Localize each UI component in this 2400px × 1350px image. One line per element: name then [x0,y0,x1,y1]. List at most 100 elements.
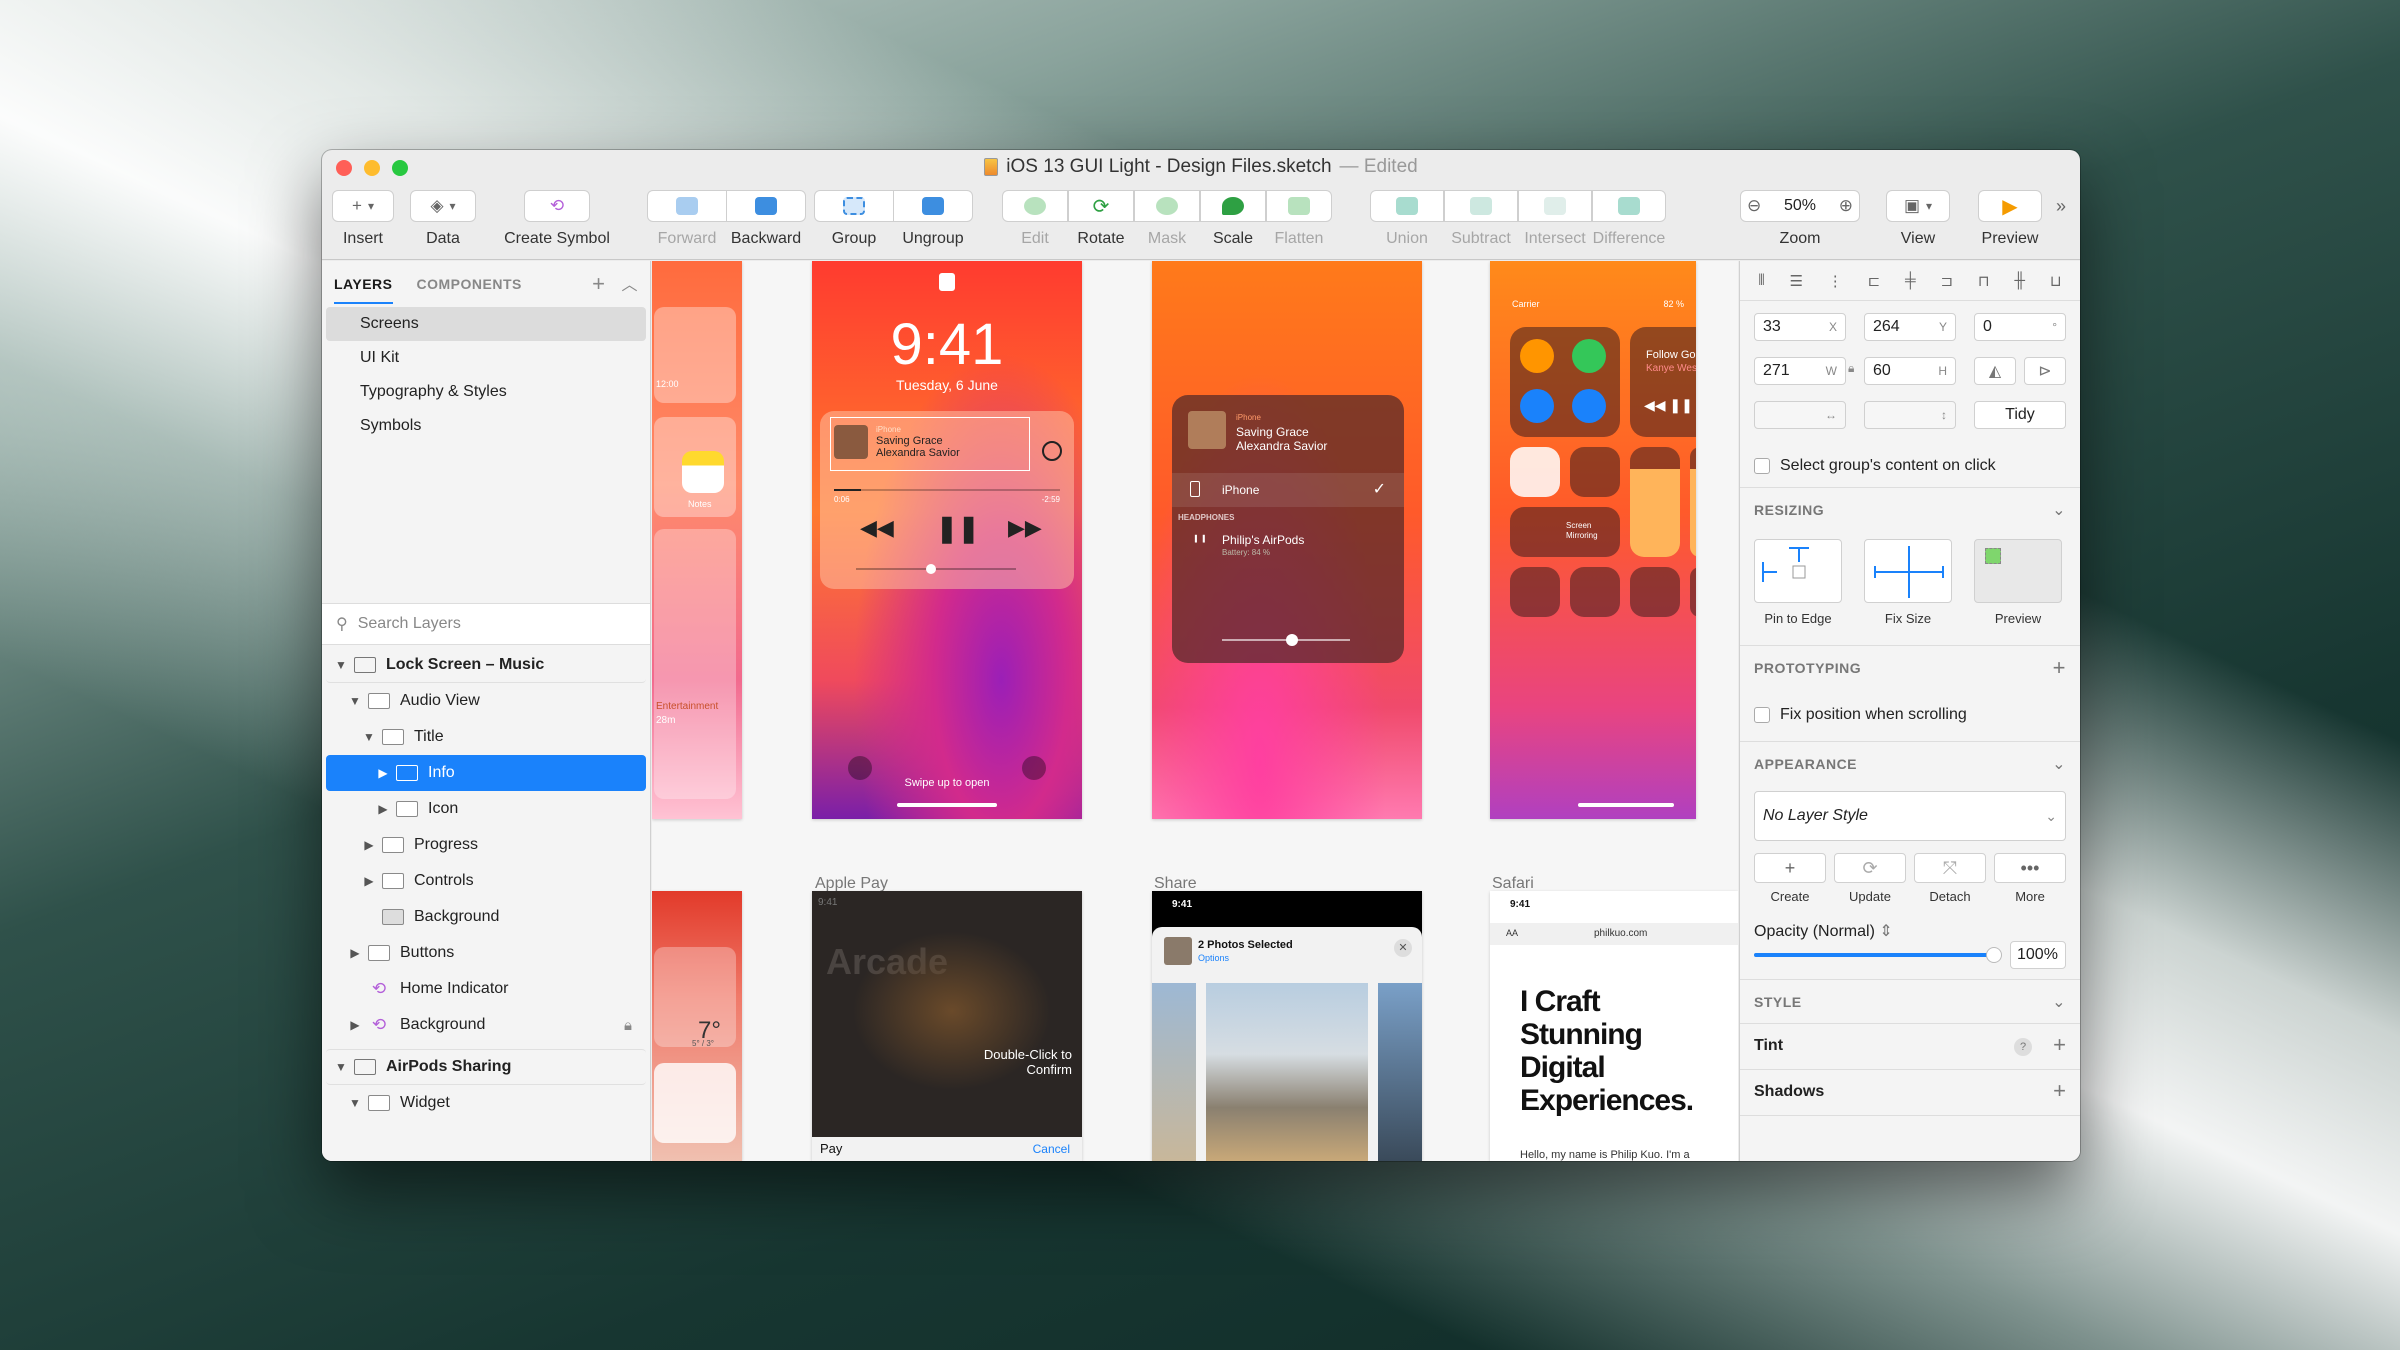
align-bottom-icon[interactable]: ⊔ [2050,272,2062,290]
union-tool[interactable]: Union [1370,190,1444,248]
layer-row-icon[interactable]: ▶ Icon [326,791,646,827]
brightness-slider[interactable] [1630,447,1680,557]
calculator-icon[interactable] [1630,567,1680,617]
chevron-down-icon[interactable]: ⌄ [2052,500,2066,520]
flashlight-icon[interactable] [1510,567,1560,617]
reader-aa-button[interactable]: AA [1506,928,1518,938]
align-center-icon[interactable]: ╪ [1905,272,1916,289]
mask-tool[interactable]: Mask [1134,190,1200,248]
disclosure-closed-icon[interactable]: ▶ [348,946,362,960]
height-field[interactable]: 60 H [1864,357,1956,385]
layer-row-background[interactable]: Background [326,899,646,935]
fix-position-checkbox[interactable]: Fix position when scrolling [1754,706,1967,724]
minimize-button[interactable] [364,160,380,176]
insert-button[interactable]: + ▾ [332,190,394,222]
layer-row-home-indicator[interactable]: ⟲ Home Indicator [326,971,646,1007]
data-button[interactable]: ◈ ▾ [410,190,476,222]
add-icon[interactable]: + [2053,655,2066,681]
prototyping-section[interactable]: PROTOTYPING + [1740,645,2080,689]
backward-tool[interactable]: Backward [726,190,806,248]
flatten-button[interactable] [1266,190,1332,222]
layer-row-background-symbol[interactable]: ▶ ⟲ Background 🔒︎ [326,1007,646,1043]
horizontal-spacing-field[interactable]: ↔ [1754,401,1846,429]
distribute-horizontal-icon[interactable]: ⫴ [1758,272,1764,289]
artboard-widgets-partial[interactable]: 12:00 Notes Entertainment 28m [652,261,742,819]
align-top-icon[interactable]: ⊓ [1978,272,1990,290]
create-symbol-button[interactable]: ⟲ [524,190,590,222]
preview-tool[interactable]: ▶ Preview [1978,190,2042,248]
resizing-section[interactable]: RESIZING ⌄ [1740,487,2080,531]
opacity-mode[interactable]: Opacity (Normal) [1754,923,1875,940]
cc-playback-icons[interactable]: ◀◀ ❚❚ ▶▶ [1644,397,1696,414]
shadows-row[interactable]: Shadows + [1740,1069,2080,1115]
layer-row-airpods-sharing[interactable]: ▼ AirPods Sharing [326,1049,646,1085]
more-distribute-icon[interactable]: ⋮ [1828,272,1843,290]
appearance-section[interactable]: APPEARANCE ⌄ [1740,741,2080,785]
ungroup-button[interactable] [893,190,973,222]
airplay-icon[interactable] [1042,441,1062,461]
vertical-spacing-field[interactable]: ↕ [1864,401,1956,429]
zoom-button[interactable] [392,160,408,176]
layer-search[interactable]: ⚲ Search Layers [322,603,650,645]
close-icon[interactable]: ✕ [1394,939,1412,957]
photo-preview[interactable] [1206,983,1368,1161]
disclosure-open-icon[interactable]: ▼ [348,1096,362,1110]
layer-row-widget[interactable]: ▼ Widget [326,1085,646,1121]
do-not-disturb-icon[interactable] [1570,447,1620,497]
align-right-icon[interactable]: ⊐ [1940,272,1953,290]
disclosure-open-icon[interactable]: ▼ [334,658,348,672]
search-input[interactable]: Search Layers [358,615,461,633]
create-style-button[interactable]: + [1754,853,1826,883]
collapse-pages-icon[interactable]: ︿ [621,271,638,297]
layer-row-lock-screen-music[interactable]: ▼ Lock Screen – Music [326,647,646,683]
subtract-button[interactable] [1444,190,1518,222]
disclosure-open-icon[interactable]: ▼ [334,1060,348,1074]
insert-tool[interactable]: + ▾ Insert [332,190,394,248]
intersect-tool[interactable]: Intersect [1518,190,1592,248]
preview-button[interactable]: ▶ [1978,190,2042,222]
rotate-tool[interactable]: ⟳ Rotate [1068,190,1134,248]
page-item-screens[interactable]: Screens [326,307,646,341]
opacity-slider[interactable] [1754,947,2002,963]
checkbox-box[interactable] [1754,458,1770,474]
add-tint-icon[interactable]: + [2053,1032,2066,1058]
group-button[interactable] [814,190,894,222]
x-field[interactable]: 33 X [1754,313,1846,341]
rotation-field[interactable]: 0 ° [1974,313,2066,341]
layer-row-audio-view[interactable]: ▼ Audio View [326,683,646,719]
align-middle-icon[interactable]: ╫ [2014,272,2025,289]
toolbar-overflow-icon[interactable]: » [2056,196,2066,217]
more-style-button[interactable]: ••• [1994,853,2066,883]
rotate-button[interactable]: ⟳ [1068,190,1134,222]
flatten-tool[interactable]: Flatten [1266,190,1332,248]
artboard-apple-pay[interactable]: 9:41 Arcade Double-Click to Confirm Pay … [812,891,1082,1161]
checkbox-box[interactable] [1754,707,1770,723]
difference-button[interactable] [1592,190,1666,222]
select-group-checkbox[interactable]: Select group's content on click [1754,457,1996,475]
disclosure-closed-icon[interactable]: ▶ [362,838,376,852]
disclosure-closed-icon[interactable]: ▶ [362,874,376,888]
chevron-down-icon[interactable]: ⌄ [2052,992,2066,1012]
ungroup-tool[interactable]: Ungroup [893,190,973,248]
tint-row[interactable]: Tint ? + [1740,1023,2080,1069]
zoom-tool[interactable]: ⊖ 50% ⊕ Zoom [1740,190,1860,248]
close-button[interactable] [336,160,352,176]
airplane-mode-icon[interactable] [1520,339,1554,373]
bluetooth-icon[interactable] [1572,389,1606,423]
screen-mirroring-button[interactable]: Screen Mirroring [1510,507,1620,557]
zoom-out-icon[interactable]: ⊖ [1747,196,1761,216]
artboard-airplay[interactable]: iPhone Saving Grace Alexandra Savior iPh… [1152,261,1422,819]
lock-ratio-icon[interactable]: 🔒︎ [1848,361,1854,376]
intersect-button[interactable] [1518,190,1592,222]
disclosure-closed-icon[interactable]: ▶ [376,802,390,816]
style-section[interactable]: STYLE ⌄ [1740,979,2080,1023]
distribute-vertical-icon[interactable]: ☰ [1790,272,1803,290]
flip-vertical-button[interactable]: ⊳ [2024,357,2066,385]
scale-tool[interactable]: Scale [1200,190,1266,248]
artboard-weather-partial[interactable]: 7° 5° / 3° [652,891,742,1161]
volume-slider[interactable] [856,564,1016,574]
tab-layers[interactable]: LAYERS [334,264,393,304]
edit-button[interactable] [1002,190,1068,222]
page-item-typography[interactable]: Typography & Styles [326,375,646,409]
device-row-iphone[interactable]: iPhone ✓ [1172,473,1404,507]
